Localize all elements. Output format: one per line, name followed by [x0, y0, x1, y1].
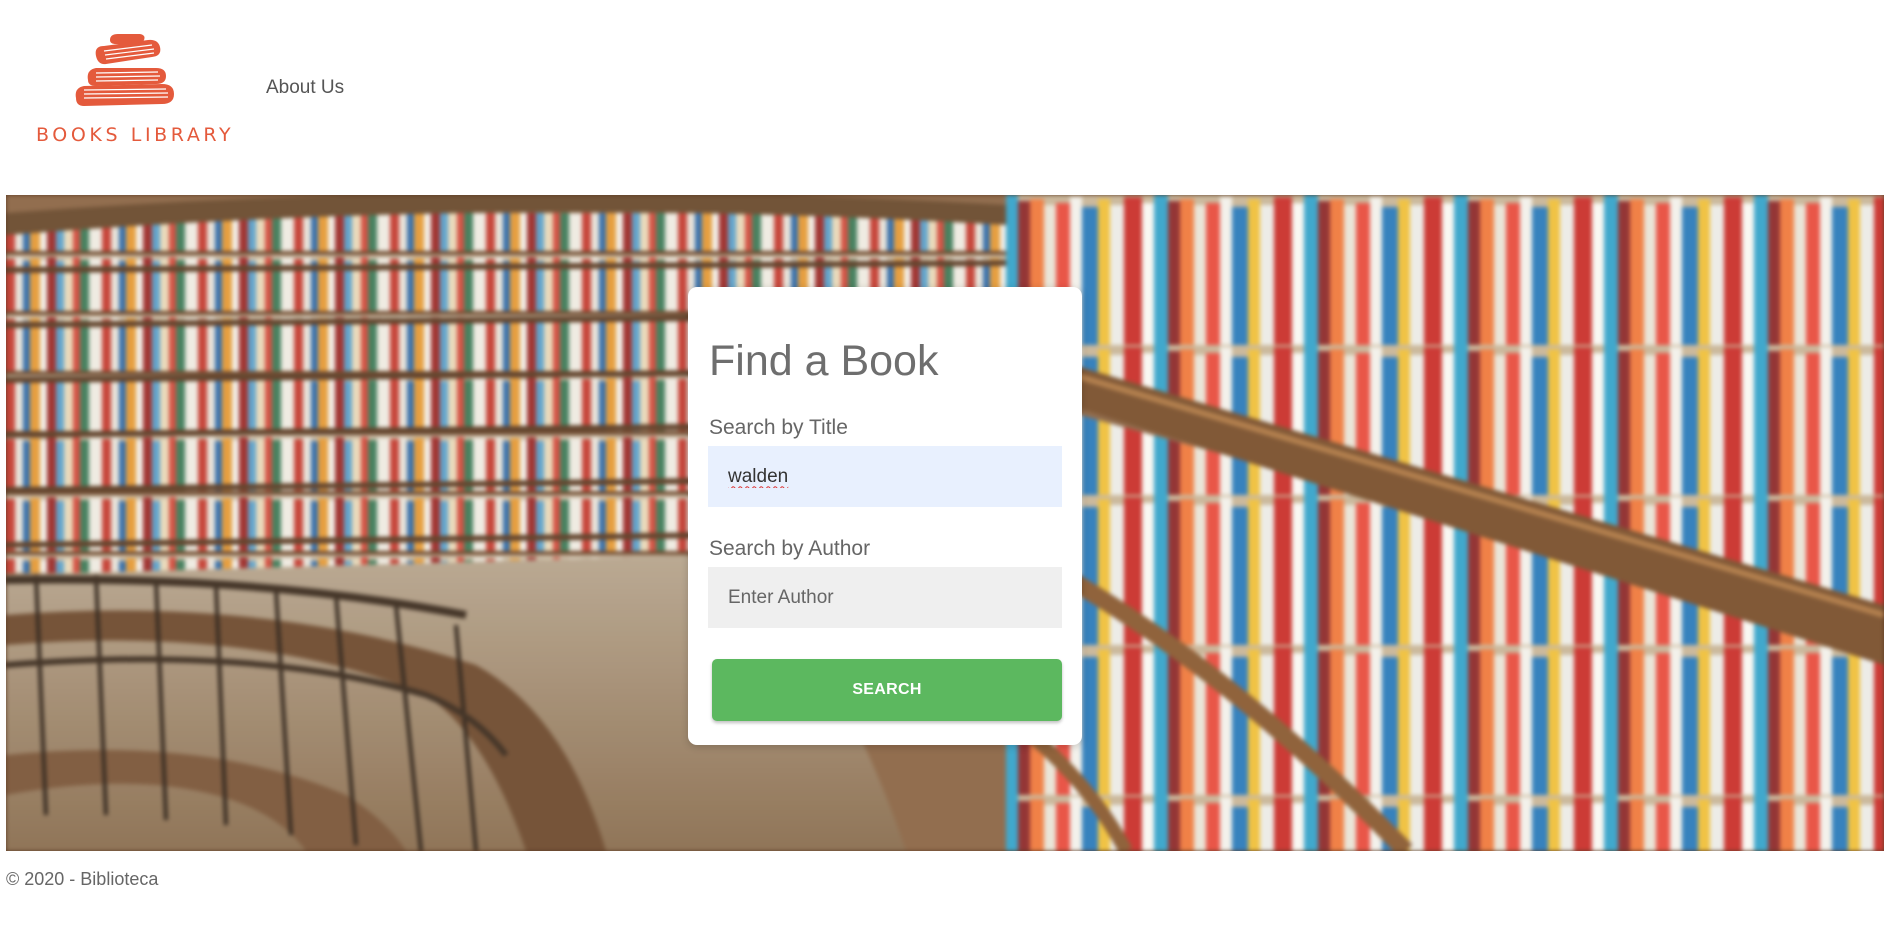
search-card: Find a Book Search by Title Search by Au… — [688, 287, 1082, 745]
title-field-label: Search by Title — [709, 416, 848, 439]
footer-copyright: © 2020 - Biblioteca — [6, 869, 159, 889]
stacked-books-icon — [75, 34, 174, 106]
nav-about-us-link[interactable]: About Us — [266, 77, 344, 99]
author-field-label: Search by Author — [709, 537, 871, 560]
search-button[interactable]: SEARCH — [712, 659, 1062, 721]
logo[interactable]: BOOKS LIBRARY — [30, 34, 231, 148]
author-search-input[interactable] — [708, 567, 1062, 628]
site-header: BOOKS LIBRARY About Us — [0, 0, 1893, 190]
card-title: Find a Book — [709, 337, 939, 385]
title-search-input[interactable] — [708, 446, 1062, 507]
logo-text: BOOKS LIBRARY — [36, 124, 235, 146]
